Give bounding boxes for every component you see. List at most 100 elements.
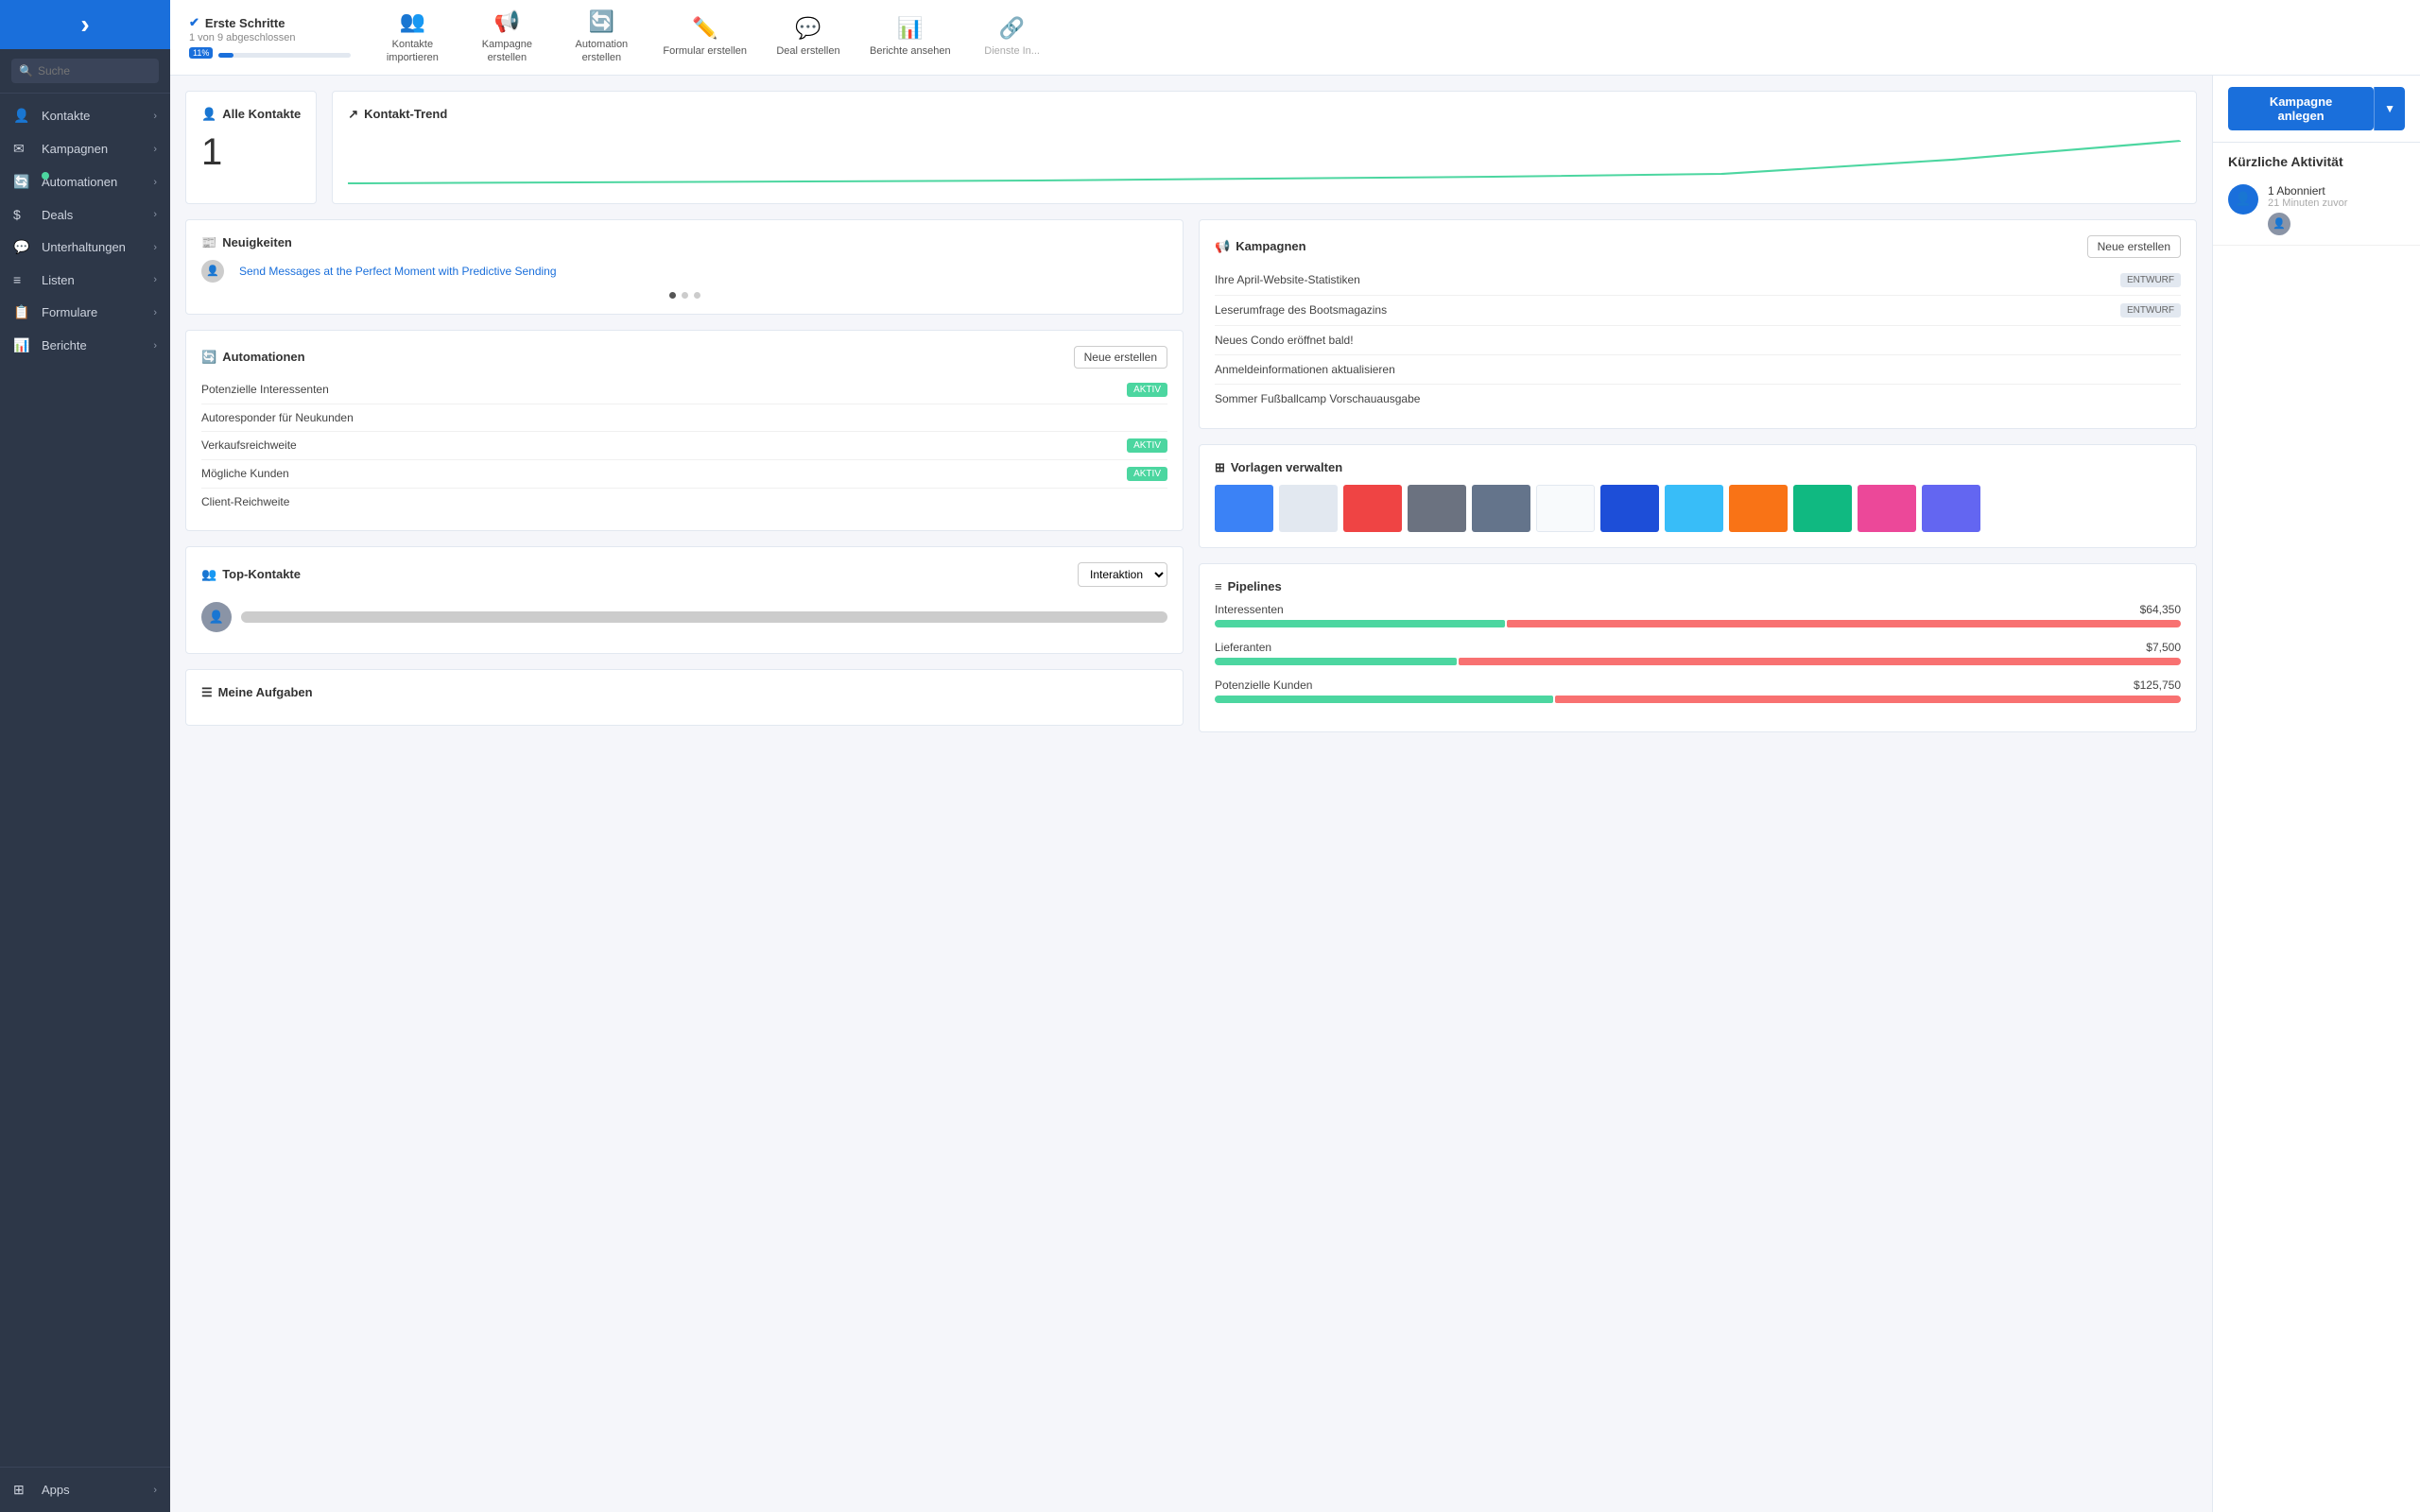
vorlagen-icon: ⊞ [1215,460,1225,475]
vorlagen-card: ⊞ Vorlagen verwalten [1199,444,2197,548]
template-2[interactable] [1279,485,1338,532]
sidebar-item-unterhaltungen[interactable]: 💬 Unterhaltungen › [0,231,170,264]
news-dot-3[interactable] [694,292,700,299]
step-automation-label: Automationerstellen [576,38,629,65]
automationen-arrow: › [153,177,157,188]
template-3[interactable] [1343,485,1402,532]
listen-icon: ≡ [13,272,32,287]
template-10[interactable] [1793,485,1852,532]
pipeline-interessenten-bars [1215,620,2181,627]
kampagne-anlegen-dropdown[interactable]: ▼ [2374,87,2405,130]
step-berichte-ansehen[interactable]: 📊 Berichte ansehen [870,16,951,58]
news-dot-2[interactable] [682,292,688,299]
pipeline-lieferanten-bars [1215,658,2181,665]
unterhaltungen-icon: 💬 [13,239,32,255]
pipeline-potenzielle-kunden-red [1555,696,2181,703]
formulare-label: Formulare [42,305,153,319]
automation-badge-3: AKTIV [1127,438,1167,453]
sidebar-logo[interactable]: › [0,0,170,49]
kontakte-arrow: › [153,111,157,122]
meine-aufgaben-card: ☰ Meine Aufgaben [185,669,1184,726]
contact-info-1 [241,611,1167,623]
activity-icon-1: 👤 [2228,184,2258,215]
template-1[interactable] [1215,485,1273,532]
pipeline-interessenten-green [1215,620,1505,627]
step-dienste[interactable]: 🔗 Dienste In... [979,16,1046,58]
news-link[interactable]: Send Messages at the Perfect Moment with… [239,265,557,278]
step-formular-erstellen[interactable]: ✏️ Formular erstellen [663,16,747,58]
step-automation-erstellen[interactable]: 🔄 Automationerstellen [568,9,634,65]
automation-row-3: Verkaufsreichweite AKTIV [201,432,1167,460]
pipeline-potenzielle-kunden-bars [1215,696,2181,703]
kontakt-trend-card: ↗ Kontakt-Trend [332,91,2197,204]
interaktion-select[interactable]: Interaktion [1078,562,1167,587]
template-11[interactable] [1858,485,1916,532]
template-4[interactable] [1408,485,1466,532]
progress-fill [218,53,233,58]
template-9[interactable] [1729,485,1788,532]
main: ✔ Erste Schritte 1 von 9 abgeschlossen 1… [170,0,2420,1512]
search-input[interactable] [11,59,159,83]
sidebar-item-kontakte[interactable]: 👤 Kontakte › [0,99,170,132]
kampagnen-neue-erstellen-btn[interactable]: Neue erstellen [2087,235,2181,258]
meine-aufgaben-title: ☰ Meine Aufgaben [201,685,1167,700]
template-5[interactable] [1472,485,1530,532]
kampagnen-arrow: › [153,144,157,155]
trend-chart [348,131,2181,188]
kampagnen-label: Kampagnen [42,142,153,156]
pipeline-lieferanten-header: Lieferanten $7,500 [1215,641,2181,654]
automation-row-2: Autoresponder für Neukunden [201,404,1167,432]
col-right: 📢 Kampagnen Neue erstellen Ihre April-We… [1199,219,2197,732]
template-6[interactable] [1536,485,1595,532]
sidebar-item-listen[interactable]: ≡ Listen › [0,264,170,296]
sidebar-item-formulare[interactable]: 📋 Formulare › [0,296,170,329]
pipelines-title: ≡ Pipelines [1215,579,2181,593]
progress-badge: 11% [189,47,213,59]
step-deal-erstellen[interactable]: 💬 Deal erstellen [775,16,841,58]
right-panel-btn-area: Kampagne anlegen ▼ [2213,76,2420,143]
campaign-row-1: Ihre April-Website-Statistiken ENTWURF [1215,266,2181,296]
automationen-neue-erstellen-btn[interactable]: Neue erstellen [1074,346,1167,369]
getting-started-title: ✔ Erste Schritte [189,15,351,30]
sidebar-item-berichte[interactable]: 📊 Berichte › [0,329,170,362]
checkmark-icon: ✔ [189,15,199,30]
listen-arrow: › [153,274,157,285]
campaign-name-3: Neues Condo eröffnet bald! [1215,334,1354,347]
activity-avatar-1: 👤 [2268,213,2290,235]
campaign-row-2: Leserumfrage des Bootsmagazins ENTWURF [1215,296,2181,326]
berichte-icon: 📊 [13,337,32,353]
sidebar-item-deals[interactable]: $ Deals › [0,198,170,231]
deals-icon: $ [13,207,32,222]
sidebar-item-kampagnen[interactable]: ✉ Kampagnen › [0,132,170,165]
berichte-label: Berichte [42,338,153,352]
pipeline-potenzielle-kunden-name: Potenzielle Kunden [1215,679,1312,692]
automation-name-4: Mögliche Kunden [201,467,289,480]
getting-started: ✔ Erste Schritte 1 von 9 abgeschlossen 1… [189,15,351,59]
sidebar-item-automationen[interactable]: 🔄 Automationen › [0,165,170,198]
activity-time-1: 21 Minuten zuvor [2268,198,2347,209]
automationen-dot [42,172,49,180]
step-dienste-icon: 🔗 [999,16,1025,41]
template-7[interactable] [1600,485,1659,532]
pipelines-icon: ≡ [1215,579,1222,593]
formulare-icon: 📋 [13,304,32,320]
middle-row: 📰 Neuigkeiten 👤 Send Messages at the Per… [185,219,2197,732]
automation-name-3: Verkaufsreichweite [201,438,297,452]
campaign-name-1: Ihre April-Website-Statistiken [1215,273,1360,286]
nav-bottom: ⊞ Apps › [0,1467,170,1512]
news-icon: 📰 [201,235,216,250]
template-8[interactable] [1665,485,1723,532]
content-area: 👤 Alle Kontakte 1 ↗ Kontakt-Trend [170,76,2420,1512]
sidebar-item-apps[interactable]: ⊞ Apps › [0,1473,170,1506]
template-12[interactable] [1922,485,1980,532]
deals-label: Deals [42,208,153,222]
news-dot-1[interactable] [669,292,676,299]
campaign-row-4: Anmeldeinformationen aktualisieren [1215,355,2181,385]
automation-row-1: Potenzielle Interessenten AKTIV [201,376,1167,404]
step-kampagne-erstellen[interactable]: 📢 Kampagneerstellen [474,9,540,65]
automation-row-5: Client-Reichweite [201,489,1167,515]
kampagne-anlegen-btn[interactable]: Kampagne anlegen [2228,87,2374,130]
top-kontakte-title: 👥 Top-Kontakte [201,567,301,582]
kontakte-card-icon: 👤 [201,107,216,122]
step-kontakte-importieren[interactable]: 👥 Kontakteimportieren [379,9,445,65]
